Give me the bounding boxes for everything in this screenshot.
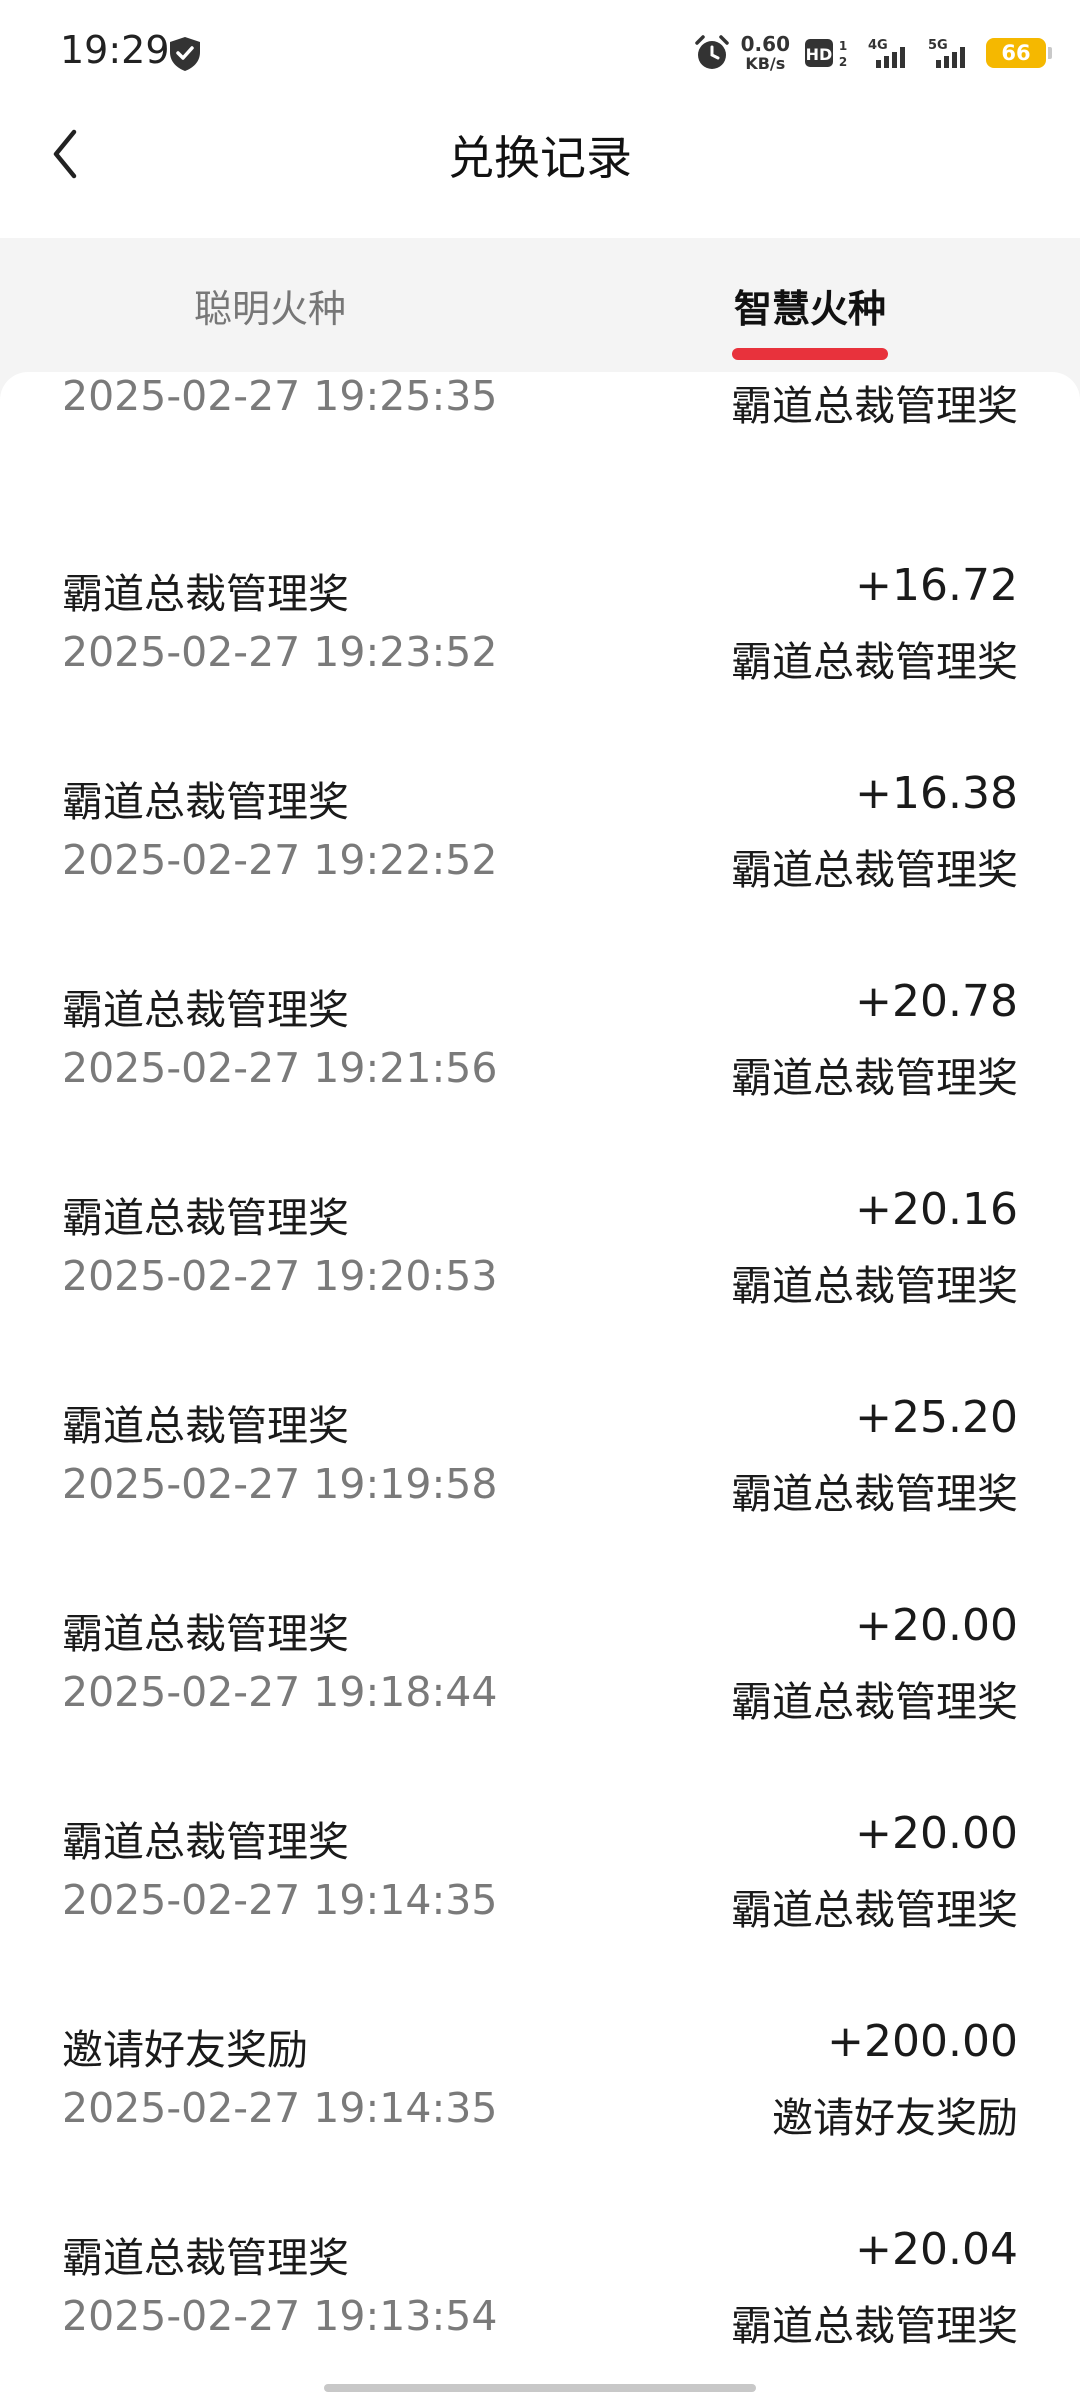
- hd-volte-icon: HD 1 2: [805, 39, 847, 69]
- list-item[interactable]: 霸道总裁管理奖 +16.38 2025-02-27 19:22:52 霸道总裁管…: [0, 768, 1080, 976]
- home-indicator[interactable]: [324, 2384, 756, 2392]
- tab-smart-spark[interactable]: 聪明火种: [120, 278, 420, 333]
- page-title: 兑换记录: [448, 131, 632, 185]
- list-item[interactable]: 邀请好友奖励 +200.00 2025-02-27 19:14:35 邀请好友奖…: [0, 2016, 1080, 2224]
- list-item[interactable]: 霸道总裁管理奖 +20.00 2025-02-27 19:18:44 霸道总裁管…: [0, 1600, 1080, 1808]
- record-time: 2025-02-27 19:20:53: [62, 1252, 498, 1300]
- record-time: 2025-02-27 19:14:35: [62, 2084, 498, 2132]
- record-type: 霸道总裁管理奖: [731, 1886, 1018, 1934]
- record-amount: +16.38: [855, 768, 1018, 819]
- network-speed: 0.60 KB/s: [741, 34, 790, 72]
- record-title: 霸道总裁管理奖: [62, 1610, 349, 1658]
- shield-icon: [170, 37, 200, 71]
- battery-icon: 66: [986, 38, 1052, 68]
- svg-text:HD: HD: [806, 45, 833, 64]
- record-list[interactable]: 2025-02-27 19:25:35 霸道总裁管理奖 霸道总裁管理奖 +16.…: [0, 372, 1080, 2400]
- record-amount: +20.00: [855, 1600, 1018, 1651]
- record-title: 霸道总裁管理奖: [62, 2234, 349, 2282]
- battery-level: 66: [1001, 41, 1031, 65]
- record-title: 邀请好友奖励: [62, 2026, 308, 2074]
- list-item[interactable]: 霸道总裁管理奖 +20.04 2025-02-27 19:13:54 霸道总裁管…: [0, 2224, 1080, 2400]
- svg-text:4G: 4G: [868, 38, 888, 53]
- record-type: 霸道总裁管理奖: [731, 638, 1018, 686]
- record-time: 2025-02-27 19:23:52: [62, 628, 498, 676]
- record-title: 霸道总裁管理奖: [62, 1818, 349, 1866]
- record-amount: +16.72: [855, 560, 1018, 611]
- record-time: 2025-02-27 19:19:58: [62, 1460, 498, 1508]
- list-item[interactable]: 2025-02-27 19:25:35 霸道总裁管理奖: [0, 372, 1080, 512]
- network-speed-unit: KB/s: [745, 54, 786, 73]
- list-item[interactable]: 霸道总裁管理奖 +25.20 2025-02-27 19:19:58 霸道总裁管…: [0, 1392, 1080, 1600]
- status-icons: 0.60 KB/s HD 1 2 4G 5G 66: [693, 30, 1052, 76]
- list-item[interactable]: 霸道总裁管理奖 +16.72 2025-02-27 19:23:52 霸道总裁管…: [0, 560, 1080, 768]
- record-title: 霸道总裁管理奖: [62, 570, 349, 618]
- record-type: 霸道总裁管理奖: [731, 1470, 1018, 1518]
- record-time: 2025-02-27 19:25:35: [62, 372, 498, 420]
- record-time: 2025-02-27 19:13:54: [62, 2292, 498, 2340]
- record-time: 2025-02-27 19:21:56: [62, 1044, 498, 1092]
- alarm-icon: [694, 35, 729, 69]
- svg-text:2: 2: [839, 55, 847, 69]
- record-amount: +20.04: [855, 2224, 1018, 2275]
- record-type: 霸道总裁管理奖: [731, 382, 1018, 430]
- record-type: 霸道总裁管理奖: [731, 1678, 1018, 1726]
- record-time: 2025-02-27 19:22:52: [62, 836, 498, 884]
- record-amount: +20.78: [855, 976, 1018, 1027]
- svg-text:5G: 5G: [928, 38, 948, 53]
- status-bar: 19:29 0.60 KB/s HD 1 2 4G 5G 66: [0, 0, 1080, 104]
- list-item[interactable]: 霸道总裁管理奖 +20.16 2025-02-27 19:20:53 霸道总裁管…: [0, 1184, 1080, 1392]
- record-title: 霸道总裁管理奖: [62, 1194, 349, 1242]
- svg-text:1: 1: [839, 39, 847, 53]
- nav-bar: 兑换记录: [0, 104, 1080, 238]
- tab-wisdom-spark[interactable]: 智慧火种: [660, 278, 960, 333]
- record-amount: +20.16: [855, 1184, 1018, 1235]
- record-amount: +200.00: [827, 2016, 1018, 2067]
- record-type: 霸道总裁管理奖: [731, 1262, 1018, 1310]
- record-title: 霸道总裁管理奖: [62, 778, 349, 826]
- network-speed-value: 0.60: [740, 32, 790, 56]
- active-tab-indicator: [732, 348, 888, 360]
- record-type: 霸道总裁管理奖: [731, 2302, 1018, 2350]
- record-type: 霸道总裁管理奖: [731, 1054, 1018, 1102]
- record-type: 邀请好友奖励: [772, 2094, 1018, 2142]
- signal-4g-icon: 4G: [868, 38, 905, 68]
- record-type: 霸道总裁管理奖: [731, 846, 1018, 894]
- record-amount: +20.00: [855, 1808, 1018, 1859]
- record-title: 霸道总裁管理奖: [62, 986, 349, 1034]
- list-item[interactable]: 霸道总裁管理奖 +20.00 2025-02-27 19:14:35 霸道总裁管…: [0, 1808, 1080, 2016]
- record-time: 2025-02-27 19:14:35: [62, 1876, 498, 1924]
- list-item[interactable]: 霸道总裁管理奖 +20.78 2025-02-27 19:21:56 霸道总裁管…: [0, 976, 1080, 1184]
- record-amount: +25.20: [855, 1392, 1018, 1443]
- record-title: 霸道总裁管理奖: [62, 1402, 349, 1450]
- tab-bar: 聪明火种 智慧火种: [0, 238, 1080, 372]
- signal-5g-icon: 5G: [928, 38, 965, 68]
- status-time: 19:29: [60, 28, 170, 72]
- record-time: 2025-02-27 19:18:44: [62, 1668, 498, 1716]
